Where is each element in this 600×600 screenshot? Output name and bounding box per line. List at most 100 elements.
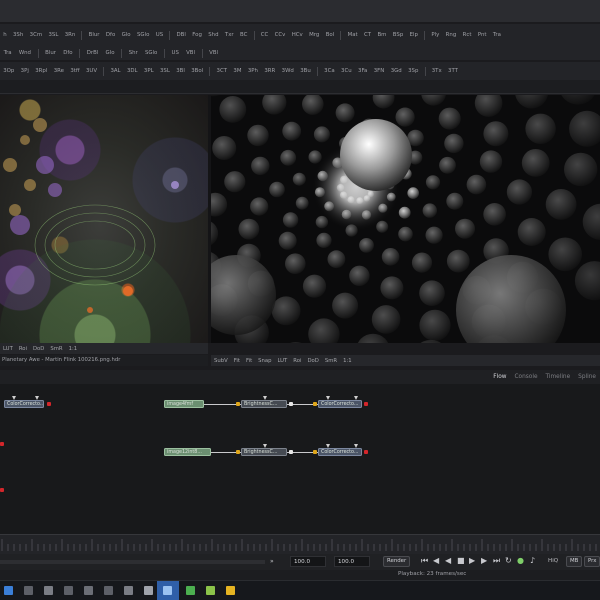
taskbar-app-icon[interactable]: [144, 586, 153, 595]
stop-icon[interactable]: ■: [457, 556, 465, 565]
viewer-button-lut[interactable]: LUT: [277, 358, 287, 364]
tool-button-3pl[interactable]: 3PL: [144, 68, 154, 74]
viewer-button-fit[interactable]: Fit: [234, 358, 240, 364]
tool-button-vbl[interactable]: VBl: [186, 50, 195, 56]
node-brightness-1[interactable]: BrightnessC...: [241, 400, 287, 408]
hiq-toggle[interactable]: HiQ: [548, 558, 558, 564]
tab-flow[interactable]: Flow: [493, 374, 506, 380]
tool-button-hcv[interactable]: HCv: [292, 32, 303, 38]
tool-button-blur[interactable]: Blur: [45, 50, 56, 56]
tool-button-sglo[interactable]: SGlo: [137, 32, 149, 38]
tool-button-sglo[interactable]: SGlo: [145, 50, 157, 56]
tool-button-3bu[interactable]: 3Bu: [300, 68, 311, 74]
taskbar-app-icon[interactable]: [104, 586, 113, 595]
tool-button-3al[interactable]: 3AL: [110, 68, 120, 74]
tool-button-3pj[interactable]: 3Pj: [21, 68, 29, 74]
viewer-button-roi[interactable]: Roi: [293, 358, 301, 364]
node-input-port[interactable]: [313, 402, 317, 406]
viewer-button-smr[interactable]: SmR: [50, 346, 62, 352]
tool-button-3m[interactable]: 3M: [233, 68, 241, 74]
viewer-button-11[interactable]: 1:1: [69, 346, 78, 352]
play-reverse-icon[interactable]: ◀: [445, 556, 451, 565]
node-input-port[interactable]: [236, 450, 240, 454]
tab-console[interactable]: Console: [515, 374, 538, 380]
tool-button-3rpl[interactable]: 3Rpl: [35, 68, 47, 74]
start-icon[interactable]: [4, 586, 13, 595]
tool-button-3fn[interactable]: 3FN: [374, 68, 385, 74]
tool-button-3sh[interactable]: 3Sh: [13, 32, 23, 38]
viewer-button-dod[interactable]: DoD: [307, 358, 318, 364]
tool-button-dfo[interactable]: Dfo: [106, 32, 115, 38]
tool-button-us[interactable]: US: [172, 50, 179, 56]
viewer-button-dod[interactable]: DoD: [33, 346, 44, 352]
tool-button-shd[interactable]: Shd: [208, 32, 218, 38]
tool-button-3uv[interactable]: 3UV: [86, 68, 97, 74]
taskbar-app-icon[interactable]: [84, 586, 93, 595]
tool-button-glo[interactable]: Glo: [106, 50, 115, 56]
tool-button-3tt[interactable]: 3TT: [448, 68, 458, 74]
tab-timeline[interactable]: Timeline: [546, 374, 571, 380]
tool-button-shr[interactable]: Shr: [129, 50, 138, 56]
tool-button-vbl[interactable]: VBl: [209, 50, 218, 56]
tool-button-3sp[interactable]: 3Sp: [408, 68, 418, 74]
node-loader-2[interactable]: image12int8...: [164, 448, 211, 456]
tool-button-mrg[interactable]: Mrg: [309, 32, 319, 38]
record-icon[interactable]: ●: [517, 556, 524, 565]
node-output-port[interactable]: [289, 450, 293, 454]
loop-icon[interactable]: ↻: [505, 556, 512, 565]
viewer-button-smr[interactable]: SmR: [325, 358, 337, 364]
tool-button-tra[interactable]: Tra: [4, 50, 12, 56]
tool-button-us[interactable]: US: [156, 32, 163, 38]
audio-icon[interactable]: ♪: [530, 556, 535, 565]
tool-button-pnt[interactable]: Pnt: [478, 32, 487, 38]
tool-button-bm[interactable]: Bm: [377, 32, 386, 38]
time-ruler[interactable]: [0, 534, 600, 554]
tool-button-h[interactable]: h: [3, 32, 6, 38]
tool-button-rng[interactable]: Rng: [446, 32, 457, 38]
right-viewer[interactable]: [211, 95, 600, 343]
tool-button-3ph[interactable]: 3Ph: [248, 68, 258, 74]
step-back-icon[interactable]: ◀: [433, 556, 439, 565]
taskbar-app-icon[interactable]: [44, 586, 53, 595]
proxy-toggle[interactable]: Prx: [584, 556, 600, 567]
tool-button-3rn[interactable]: 3Rn: [65, 32, 76, 38]
range-slider[interactable]: [0, 560, 265, 564]
tool-button-3op[interactable]: 3Op: [3, 68, 14, 74]
step-forward-icon[interactable]: ▶: [481, 556, 487, 565]
tool-button-3rr[interactable]: 3RR: [264, 68, 275, 74]
taskbar-app-icon[interactable]: [24, 586, 33, 595]
node-output-port[interactable]: [364, 450, 368, 454]
global-end-field[interactable]: 100.0: [290, 556, 326, 567]
tool-button-drbl[interactable]: DrBl: [87, 50, 99, 56]
viewer-button-snap[interactable]: Snap: [258, 358, 271, 364]
tool-button-ct[interactable]: CT: [364, 32, 371, 38]
taskbar-app-icon[interactable]: [124, 586, 133, 595]
tool-button-3tff[interactable]: 3tff: [70, 68, 79, 74]
tool-button-tra[interactable]: Tra: [493, 32, 501, 38]
tool-button-3tx[interactable]: 3Tx: [432, 68, 442, 74]
node-colorcorrector-left[interactable]: ColorCorrecto...: [4, 400, 44, 408]
go-to-end-icon[interactable]: ⏭: [493, 556, 500, 566]
tool-button-3bol[interactable]: 3Bol: [191, 68, 203, 74]
tool-button-bol[interactable]: Bol: [326, 32, 335, 38]
tool-button-bsp[interactable]: BSp: [393, 32, 403, 38]
node-output-port[interactable]: [364, 402, 368, 406]
taskbar-app-icon[interactable]: [226, 586, 235, 595]
tool-button-cc[interactable]: CC: [261, 32, 269, 38]
flow-node-editor[interactable]: ColorCorrecto... image4fmf BrightnessC..…: [0, 384, 600, 534]
tool-button-rct[interactable]: Rct: [463, 32, 472, 38]
tool-button-3sl[interactable]: 3SL: [160, 68, 170, 74]
viewer-button-roi[interactable]: Roi: [19, 346, 27, 352]
node-output-port[interactable]: [289, 402, 293, 406]
tool-button-wnd[interactable]: Wnd: [19, 50, 31, 56]
tool-button-3ca[interactable]: 3Ca: [324, 68, 335, 74]
tool-button-txr[interactable]: Txr: [225, 32, 234, 38]
taskbar-app-icon[interactable]: [186, 586, 195, 595]
node-output-port[interactable]: [47, 402, 51, 406]
tool-button-3cm[interactable]: 3Cm: [30, 32, 42, 38]
tool-button-3wd[interactable]: 3Wd: [282, 68, 294, 74]
tool-button-blur[interactable]: Blur: [89, 32, 100, 38]
viewer-button-11[interactable]: 1:1: [343, 358, 352, 364]
tab-spline[interactable]: Spline: [578, 374, 596, 380]
node-brightness-2[interactable]: BrightnessC...: [241, 448, 287, 456]
